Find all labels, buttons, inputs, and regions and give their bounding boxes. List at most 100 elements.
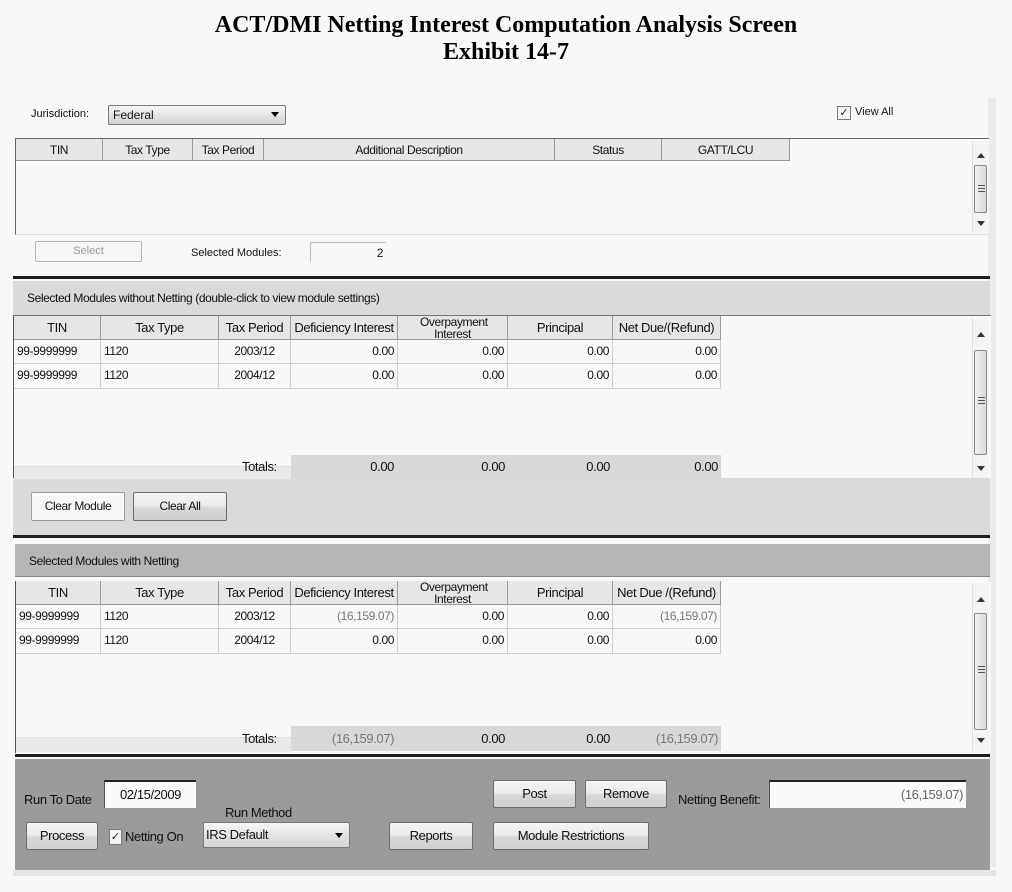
col-header-tin[interactable]: TIN [14,316,101,340]
col-header-overpayment-interest[interactable]: Overpayment Interest [398,581,508,605]
section-divider [15,754,990,757]
run-method-select[interactable]: IRS Default [203,822,350,848]
cell-tax-period: 2004/12 [219,364,291,389]
chevron-down-icon [335,833,343,838]
module-list-grid[interactable]: TIN Tax Type Tax Period Additional Descr… [15,138,989,235]
check-icon: ✓ [839,107,849,119]
title-line-2: Exhibit 14-7 [442,39,570,65]
selected-modules-count: 2 [310,242,386,262]
cell-tax-period: 2004/12 [219,629,291,654]
scroll-down-icon[interactable] [977,221,985,226]
jurisdiction-label: Jurisdiction: [31,108,90,120]
cell-tax-period: 2003/12 [219,340,291,364]
total-deficiency-interest: (16,159.07) [331,731,394,746]
cell-tin: 99-9999999 [14,364,101,389]
col-header-principal[interactable]: Principal [508,316,613,340]
total-net-due: (16,159.07) [655,731,718,746]
run-method-label: Run Method [225,805,292,820]
cell-net-due: 0.00 [613,629,721,654]
col-header-tin[interactable]: TIN [16,139,103,161]
clear-all-button[interactable]: Clear All [133,492,227,521]
view-all-label: View All [855,106,894,118]
netting-benefit-label: Netting Benefit: [678,792,761,807]
with-netting-title: Selected Modules with Netting [29,554,179,568]
cell-principal: 0.00 [508,340,613,364]
without-netting-grid[interactable]: TIN Tax Type Tax Period Deficiency Inter… [13,315,991,479]
scroll-up-icon[interactable] [977,332,985,337]
run-to-date-label: Run To Date [24,792,92,807]
control-panel [15,759,990,870]
cell-net-due: (16,159.07) [613,605,721,629]
col-header-additional-description[interactable]: Additional Description [264,139,555,161]
post-button[interactable]: Post [493,780,576,808]
cell-deficiency-interest: 0.00 [291,629,398,654]
process-button[interactable]: Process [26,822,98,850]
reports-button[interactable]: Reports [389,822,473,850]
col-header-overpayment-interest[interactable]: Overpayment Interest [398,316,508,340]
scroll-up-icon[interactable] [977,597,985,602]
cell-overpayment-interest: 0.00 [398,340,508,364]
netting-benefit-value: (16,159.07) [769,780,966,808]
panel-bottom-edge [13,870,996,876]
netting-on-checkbox[interactable]: ✓ [109,829,122,845]
col-header-deficiency-interest[interactable]: Deficiency Interest [291,316,398,340]
cell-deficiency-interest: (16,159.07) [291,605,398,629]
col-header-gatt-lcu[interactable]: GATT/LCU [662,139,790,161]
jurisdiction-value: Federal [113,108,154,122]
col-header-tax-period[interactable]: Tax Period [193,139,264,161]
without-netting-scrollbar[interactable] [972,318,989,478]
col-header-net-due-refund[interactable]: Net Due /(Refund) [613,581,721,605]
with-netting-grid[interactable]: TIN Tax Type Tax Period Deficiency Inter… [15,581,991,753]
section-divider [13,276,990,279]
module-list-scrollbar[interactable] [972,141,989,233]
cell-tax-type: 1120 [101,629,219,654]
cell-principal: 0.00 [508,364,613,389]
cell-tin: 99-9999999 [16,605,101,629]
col-header-deficiency-interest[interactable]: Deficiency Interest [291,581,398,605]
cell-tin: 99-9999999 [14,340,101,364]
col-header-tin[interactable]: TIN [16,581,101,605]
scroll-thumb[interactable] [974,165,987,213]
cell-tin: 99-9999999 [16,629,101,654]
cell-overpayment-interest: 0.00 [398,629,508,654]
cell-deficiency-interest: 0.00 [291,340,398,364]
view-all-checkbox[interactable]: ✓ [837,106,851,120]
check-icon: ✓ [110,831,121,843]
select-button[interactable]: Select [35,241,142,262]
jurisdiction-select[interactable]: Federal [108,105,286,125]
remove-button[interactable]: Remove [585,780,667,808]
col-header-principal[interactable]: Principal [508,581,613,605]
run-to-date-input[interactable]: 02/15/2009 [104,780,196,808]
scroll-down-icon[interactable] [977,466,985,471]
totals-label: Totals: [242,459,277,474]
clear-module-button[interactable]: Clear Module [31,492,125,521]
with-netting-scrollbar[interactable] [972,583,989,751]
totals-label: Totals: [242,731,277,746]
col-header-tax-type[interactable]: Tax Type [103,139,193,161]
section-divider [13,535,990,538]
cell-tax-period: 2003/12 [219,605,291,629]
col-header-tax-period[interactable]: Tax Period [219,581,291,605]
total-overpayment-interest: 0.00 [481,459,505,474]
scroll-thumb[interactable] [974,350,987,455]
cell-principal: 0.00 [508,629,613,654]
cell-tax-type: 1120 [101,340,219,364]
document-title: ACT/DMI Netting Interest Computation Ana… [0,12,1012,66]
module-restrictions-button[interactable]: Module Restrictions [493,822,649,850]
scroll-down-icon[interactable] [977,738,985,743]
scroll-thumb[interactable] [974,613,987,730]
cell-tax-type: 1120 [101,364,219,389]
cell-deficiency-interest: 0.00 [291,364,398,389]
col-header-status[interactable]: Status [555,139,662,161]
total-principal: 0.00 [586,731,610,746]
cell-net-due: 0.00 [613,364,721,389]
total-principal: 0.00 [586,459,610,474]
col-header-tax-type[interactable]: Tax Type [101,316,219,340]
col-header-tax-type[interactable]: Tax Type [101,581,219,605]
cell-overpayment-interest: 0.00 [398,605,508,629]
scroll-up-icon[interactable] [977,153,985,158]
col-header-tax-period[interactable]: Tax Period [219,316,291,340]
cell-principal: 0.00 [508,605,613,629]
col-header-net-due-refund[interactable]: Net Due/(Refund) [613,316,721,340]
chevron-down-icon [271,112,279,117]
